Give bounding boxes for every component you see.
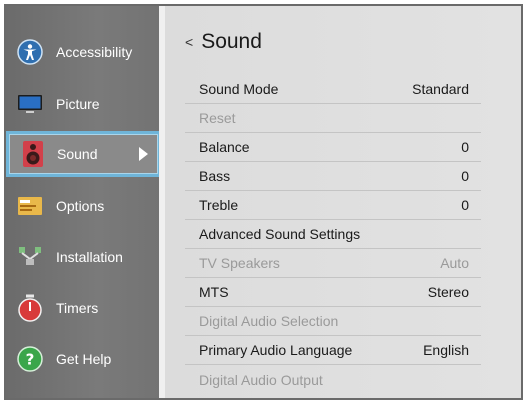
accessibility-icon [16, 38, 44, 66]
menu-item-sound-mode[interactable]: Sound Mode Standard [185, 75, 481, 104]
menu-item-value: English [423, 342, 469, 358]
menu-item-label: Treble [199, 197, 239, 213]
sidebar-item-label: Accessibility [56, 44, 133, 60]
menu-item-digital-audio-selection: Digital Audio Selection [185, 307, 481, 336]
menu-item-value: 0 [461, 197, 469, 213]
menu-item-advanced-sound-settings[interactable]: Advanced Sound Settings [185, 220, 481, 249]
sidebar-item-label: Picture [56, 96, 100, 112]
sidebar: Accessibility Picture Sound Options Inst… [6, 6, 161, 398]
menu-item-bass[interactable]: Bass 0 [185, 162, 481, 191]
menu-item-value: Auto [440, 255, 469, 271]
sidebar-item-label: Get Help [56, 351, 112, 367]
menu-item-label: Balance [199, 139, 250, 155]
monitor-icon [16, 90, 44, 118]
svg-text:?: ? [26, 351, 35, 369]
menu-item-label: Reset [199, 110, 236, 126]
chevron-right-icon [139, 147, 148, 161]
menu-item-mts[interactable]: MTS Stereo [185, 278, 481, 307]
menu-item-label: MTS [199, 284, 229, 300]
options-icon [16, 192, 44, 220]
menu-item-label: Bass [199, 168, 231, 184]
timer-icon [16, 294, 44, 322]
page-title-text: Sound [201, 30, 262, 53]
sidebar-item-timers[interactable]: Timers [6, 285, 159, 331]
menu-item-digital-audio-output: Digital Audio Output [185, 365, 481, 394]
speaker-icon [19, 140, 47, 168]
sidebar-item-installation[interactable]: Installation [6, 234, 159, 280]
settings-list: Sound Mode Standard Reset Balance 0 Bass… [185, 75, 481, 394]
back-icon[interactable]: < [185, 34, 193, 50]
sidebar-item-label: Timers [56, 300, 99, 316]
sidebar-item-label: Installation [56, 249, 123, 265]
menu-item-reset: Reset [185, 104, 481, 133]
menu-item-label: Sound Mode [199, 81, 279, 97]
help-icon: ? [16, 345, 44, 373]
network-icon [16, 243, 44, 271]
sidebar-item-label: Options [56, 198, 105, 214]
menu-item-tv-speakers: TV Speakers Auto [185, 249, 481, 278]
sidebar-item-accessibility[interactable]: Accessibility [6, 29, 159, 75]
menu-item-label: Primary Audio Language [199, 342, 353, 358]
menu-item-value: Stereo [427, 284, 469, 300]
sidebar-item-get-help[interactable]: ? Get Help [6, 336, 159, 382]
menu-item-treble[interactable]: Treble 0 [185, 191, 481, 220]
menu-item-balance[interactable]: Balance 0 [185, 133, 481, 162]
menu-item-label: Digital Audio Output [199, 371, 323, 388]
sound-panel: < Sound Sound Mode Standard Reset Balanc… [165, 6, 521, 398]
menu-item-label: TV Speakers [199, 255, 280, 271]
sidebar-item-label: Sound [57, 146, 98, 162]
sidebar-item-picture[interactable]: Picture [6, 81, 159, 127]
tv-menu-frame: Accessibility Picture Sound Options Inst… [4, 4, 523, 400]
menu-item-value: 0 [461, 168, 469, 184]
menu-item-label: Digital Audio Selection [199, 313, 339, 329]
page-title: < Sound [185, 30, 262, 54]
menu-item-primary-audio-language[interactable]: Primary Audio Language English [185, 336, 481, 365]
sidebar-item-sound[interactable]: Sound [6, 131, 161, 177]
menu-item-value: Standard [412, 81, 469, 97]
menu-item-value: 0 [461, 139, 469, 155]
menu-item-label: Advanced Sound Settings [199, 226, 361, 242]
sidebar-item-options[interactable]: Options [6, 183, 159, 229]
